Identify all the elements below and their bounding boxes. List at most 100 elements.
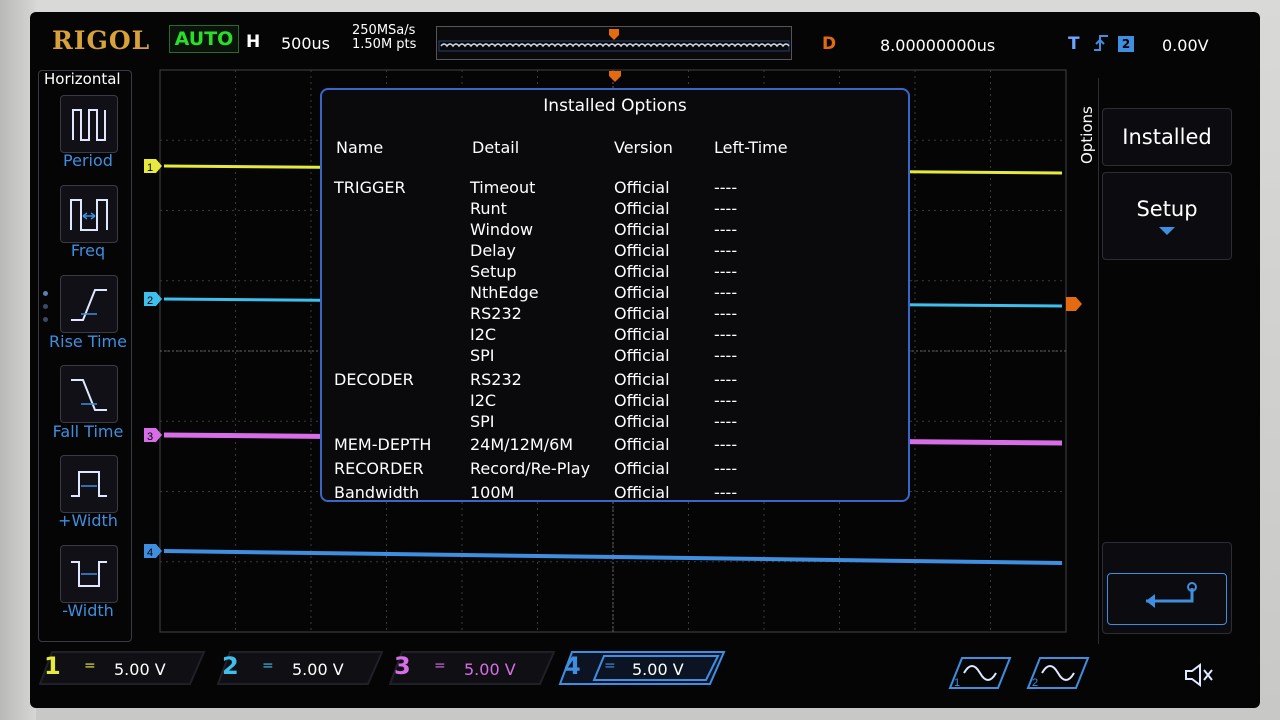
option-name: MEM-DEPTH <box>334 435 432 454</box>
option-left-time: ---- <box>714 304 738 323</box>
channel-scale: 5.00 V <box>114 660 166 679</box>
installed-options-dialog: Installed Options Name Detail Version Le… <box>320 88 910 502</box>
option-name: Bandwidth <box>334 483 420 502</box>
option-detail: I2C <box>470 325 497 344</box>
option-version: Official <box>614 459 670 478</box>
option-detail: 100M <box>470 483 515 502</box>
rise-time-label: Rise Time <box>49 332 127 351</box>
option-left-time: ---- <box>714 325 738 344</box>
gen2-label: 2 <box>1032 677 1038 689</box>
channel-2-marker[interactable]: 2 <box>144 292 162 307</box>
option-left-time: ---- <box>714 241 738 260</box>
generator-2-button[interactable]: 2 <box>1018 656 1090 689</box>
option-detail: NthEdge <box>470 283 539 302</box>
svg-text:2: 2 <box>147 295 153 307</box>
channel-scale: 5.00 V <box>292 660 344 679</box>
channel-4-marker[interactable]: 4 <box>144 544 162 559</box>
brand-logo: RIGOL <box>52 26 151 55</box>
channel-1-marker[interactable]: 1 <box>144 159 162 174</box>
memory-depth: 1.50M pts <box>352 37 417 52</box>
option-left-time: ---- <box>714 262 738 281</box>
option-left-time: ---- <box>714 412 738 431</box>
delay-label: D <box>822 34 837 54</box>
freq-icon <box>70 199 108 231</box>
option-version: Official <box>614 199 670 218</box>
period-button[interactable] <box>60 95 118 153</box>
installed-button[interactable]: Installed <box>1102 108 1232 166</box>
setup-button[interactable]: Setup <box>1102 172 1232 260</box>
fall-time-button[interactable] <box>60 365 118 423</box>
channel-3-marker[interactable]: 3 <box>144 428 162 443</box>
option-version: Official <box>614 241 670 260</box>
option-name: RECORDER <box>334 459 424 478</box>
trigger-source-badge: 2 <box>1118 36 1134 52</box>
option-left-time: ---- <box>714 370 738 389</box>
option-detail: SPI <box>470 346 495 365</box>
negative-width-button[interactable] <box>60 545 118 603</box>
dialog-title: Installed Options <box>543 96 687 116</box>
channel-number: 4 <box>564 652 581 680</box>
acquisition-info: 250MSa/s 1.50M pts <box>352 24 416 52</box>
option-detail: Timeout <box>470 178 536 197</box>
period-label: Period <box>63 151 113 170</box>
rise-time-button[interactable] <box>60 275 118 333</box>
chevron-down-icon <box>1159 227 1175 235</box>
option-left-time: ---- <box>714 483 738 502</box>
option-detail: Delay <box>470 241 516 260</box>
memory-waveform-icon <box>438 29 790 52</box>
option-version: Official <box>614 262 670 281</box>
scope-screen: RIGOL AUTO H 500us 250MSa/s 1.50M pts D … <box>30 12 1260 708</box>
option-detail: RS232 <box>470 304 522 323</box>
channel-scale: 5.00 V <box>464 660 516 679</box>
freq-button[interactable] <box>60 185 118 243</box>
option-version: Official <box>614 178 670 197</box>
delay-value: 8.00000000us <box>880 36 996 55</box>
channel-number: 2 <box>222 652 239 680</box>
back-button-frame <box>1107 573 1227 625</box>
positive-width-icon <box>71 471 107 497</box>
option-detail: RS232 <box>470 370 522 389</box>
trigger-position-marker-icon <box>609 71 621 82</box>
channel-scale: 5.00 V <box>632 660 684 679</box>
coupling-icon: = <box>604 658 616 674</box>
back-button[interactable] <box>1102 542 1232 634</box>
channel-number: 1 <box>44 652 61 680</box>
negative-width-icon <box>71 561 107 587</box>
trigger-edge-icon <box>1094 35 1108 51</box>
options-title-text: Options <box>1078 106 1096 164</box>
speaker-muted-icon[interactable] <box>1182 662 1214 688</box>
option-left-time: ---- <box>714 459 738 478</box>
period-icon <box>72 109 106 141</box>
generator-1-button[interactable]: 1 <box>940 656 1012 689</box>
option-detail: I2C <box>470 391 497 410</box>
channel-number: 3 <box>394 652 411 680</box>
fall-time-label: Fall Time <box>52 422 124 441</box>
fall-time-icon <box>71 379 107 411</box>
return-arrow-icon <box>1146 582 1197 608</box>
option-version: Official <box>614 412 670 431</box>
coupling-icon: = <box>84 658 96 674</box>
option-detail: Window <box>470 220 534 239</box>
svg-text:1: 1 <box>147 162 153 174</box>
option-left-time: ---- <box>714 220 738 239</box>
horizontal-label: H <box>246 32 261 52</box>
trigger-mode-badge[interactable]: AUTO <box>169 25 239 53</box>
option-version: Official <box>614 220 670 239</box>
trigger-level-marker[interactable] <box>1066 297 1082 311</box>
option-version: Official <box>614 325 670 344</box>
page-dot <box>43 291 48 296</box>
svg-text:3: 3 <box>147 431 153 443</box>
setup-label: Setup <box>1136 197 1198 221</box>
option-left-time: ---- <box>714 199 738 218</box>
option-version: Official <box>614 283 670 302</box>
option-name: DECODER <box>334 370 414 389</box>
trigger-label: T <box>1068 34 1080 54</box>
option-version: Official <box>614 391 670 410</box>
column-header-left-time: Left-Time <box>714 138 788 157</box>
option-version: Official <box>614 346 670 365</box>
option-detail: Record/Re-Play <box>470 459 591 478</box>
option-left-time: ---- <box>714 391 738 410</box>
positive-width-button[interactable] <box>60 455 118 513</box>
svg-text:4: 4 <box>147 547 153 559</box>
option-left-time: ---- <box>714 346 738 365</box>
